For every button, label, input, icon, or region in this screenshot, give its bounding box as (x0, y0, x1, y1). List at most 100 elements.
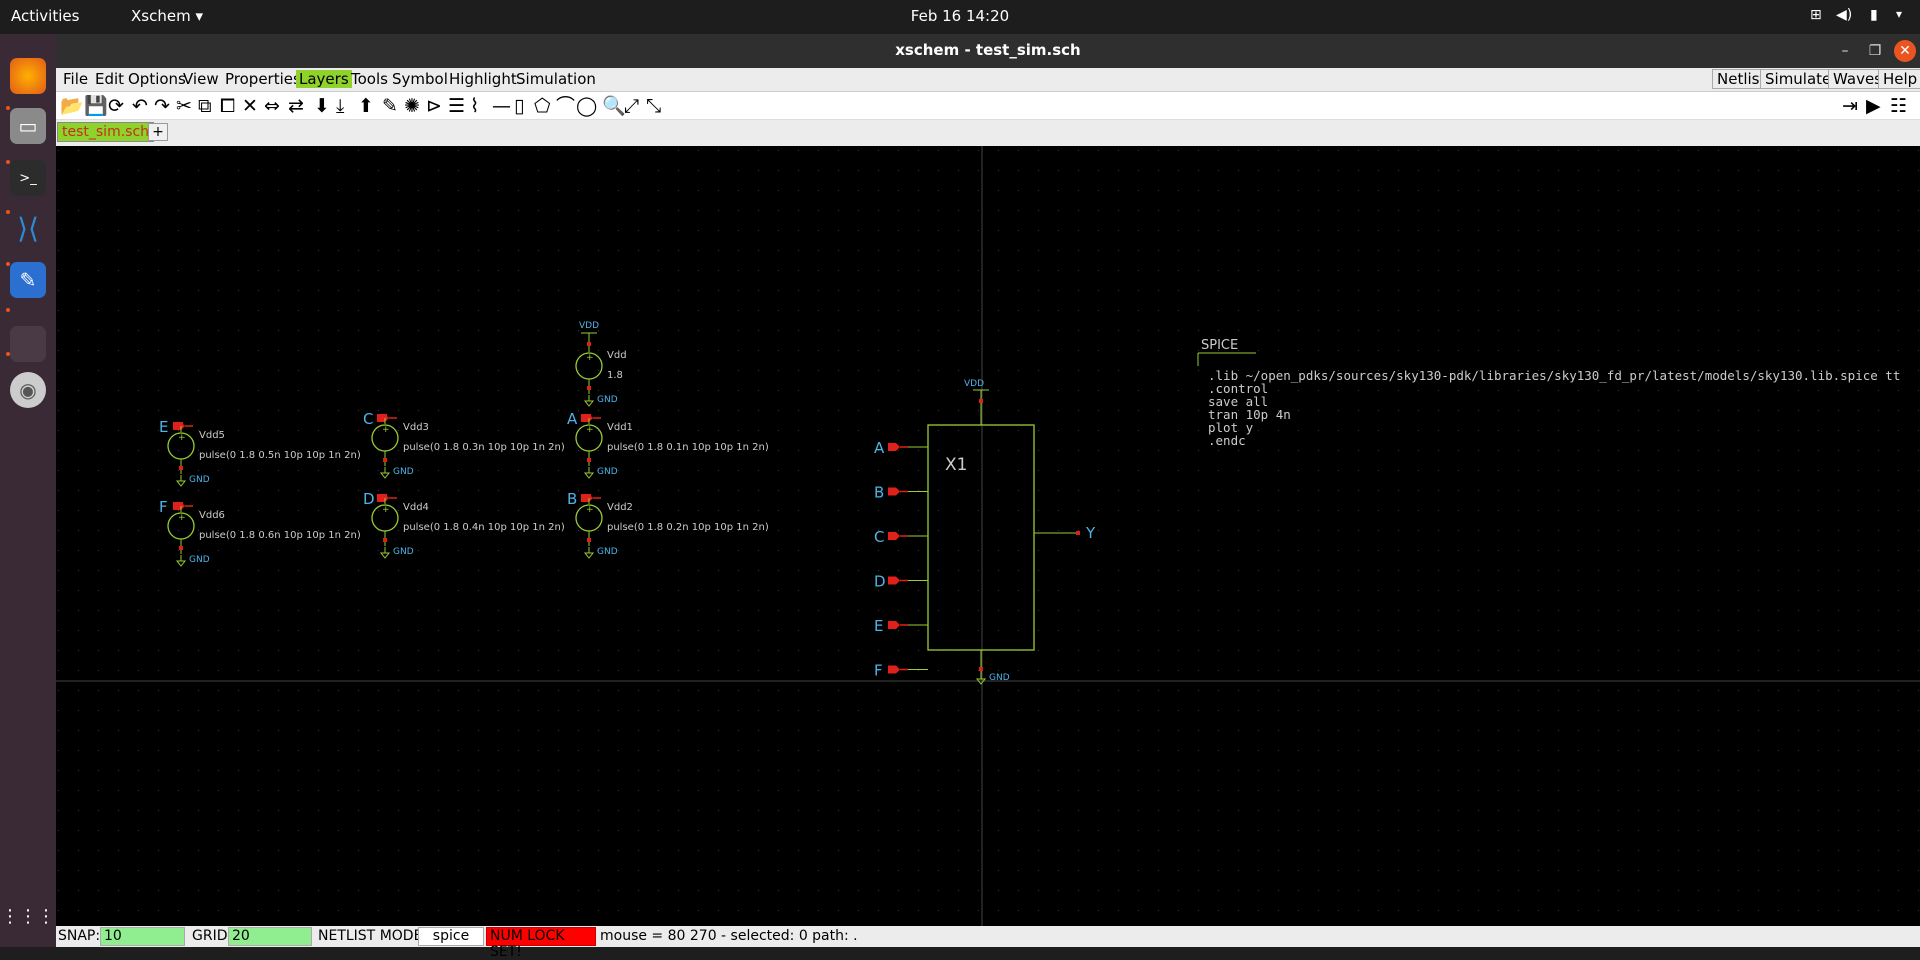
paste-icon[interactable]: ⧠ (220, 95, 235, 117)
text-editor-icon[interactable]: ✎ (10, 262, 46, 298)
menu-view[interactable]: View (180, 70, 222, 88)
copy-icon[interactable]: ⧉ (198, 95, 212, 117)
grid-input[interactable]: 20 (228, 927, 312, 946)
block-vdd-label: VDD (964, 379, 984, 389)
ascend-icon[interactable]: ⬆ (358, 95, 374, 117)
probe-icon[interactable]: ⌇ (470, 95, 479, 117)
source-name: Vdd2 (607, 502, 633, 513)
source-node (179, 546, 183, 550)
toolbar: 📂 💾 ⟳ ↶ ↷ ✂ ⧉ ⧠ ✕ ⇔ ⇄ ⬇ ⤓ ⬆ ✎ ✺ ⊳ ☰ ⌇ — … (56, 92, 1920, 120)
menu-edit[interactable]: Edit (92, 70, 127, 88)
running-indicator (6, 262, 10, 266)
net-label-d: D (363, 490, 375, 508)
vdd-label: VDD (579, 321, 599, 331)
snap-label: SNAP: (58, 928, 101, 944)
maximize-icon[interactable]: ❐ (1864, 40, 1886, 62)
source-plus: + (586, 505, 594, 515)
gnd-label: GND (597, 467, 618, 477)
menu-highlight[interactable]: Highlight (446, 70, 520, 88)
simulate-icon[interactable]: ▶ (1866, 95, 1881, 117)
net-label-a: A (874, 439, 885, 457)
netlist-icon[interactable]: ⇥ (1842, 95, 1858, 117)
terminal-icon[interactable]: >_ (10, 160, 46, 196)
schematic-canvas[interactable]: VDD + Vdd 1.8 GND E + Vdd5 pulse(0 1.8 0.5n 10p … (56, 146, 1920, 926)
zoom-out-icon[interactable]: ⤡ (646, 95, 661, 117)
menu-simulation[interactable]: Simulation (513, 70, 599, 88)
volume-icon[interactable]: ◀) (1836, 7, 1852, 23)
delete-icon[interactable]: ✕ (242, 95, 258, 117)
source-name: Vdd4 (403, 502, 429, 513)
net-label-f: F (874, 662, 883, 680)
dvd-icon[interactable]: ◉ (10, 372, 46, 408)
wire-icon[interactable]: ✎ (382, 95, 398, 117)
open-icon[interactable]: 📂 (60, 95, 84, 117)
polygon-icon[interactable]: ⬠ (534, 95, 551, 117)
menu-file[interactable]: File (60, 70, 91, 88)
undo-icon[interactable]: ↶ (132, 95, 148, 117)
source-value: pulse(0 1.8 0.5n 10p 10p 1n 2n) (199, 450, 361, 461)
spice-line: .lib ~/open_pdks/sources/sky130-pdk/libr… (1208, 368, 1900, 383)
line-icon[interactable]: — (492, 95, 511, 117)
schematic-drawing[interactable]: VDD + Vdd 1.8 GND E + Vdd5 pulse(0 1.8 0.5n 10p … (56, 146, 1920, 926)
block-name: X1 (945, 455, 967, 475)
xschem-icon[interactable] (10, 326, 46, 362)
block-vdd-node (979, 399, 983, 403)
menu-properties[interactable]: Properties (222, 70, 304, 88)
help-button[interactable]: Help (1878, 69, 1920, 89)
descend-icon[interactable]: ⬇ (314, 95, 330, 117)
vscode-icon[interactable]: ⟩⟨ (10, 210, 46, 246)
menu-layers[interactable]: Layers (296, 70, 352, 88)
source-node (383, 414, 387, 418)
new-tab-button[interactable]: + (148, 123, 168, 141)
gnd-label: GND (393, 467, 414, 477)
xschem-window: xschem - test_sim.sch – ❐ ✕ File Edit Op… (56, 34, 1920, 960)
show-apps-icon[interactable]: ⋮⋮⋮ (1, 898, 55, 934)
source-value: pulse(0 1.8 0.3n 10p 10p 1n 2n) (403, 442, 565, 453)
list-icon[interactable]: ☰ (448, 95, 465, 117)
zoom-icon[interactable]: 🔍 (602, 95, 626, 117)
netlist-mode-select[interactable]: spice (418, 927, 484, 946)
net-label-d: D (874, 573, 886, 591)
waves-icon[interactable]: ☷ (1890, 95, 1907, 117)
gate-icon[interactable]: ⊳ (426, 95, 442, 117)
circle-icon[interactable]: ◯ (576, 95, 597, 117)
network-icon[interactable]: ⊞ (1810, 7, 1822, 23)
close-icon[interactable]: ✕ (1894, 40, 1916, 62)
snap-input[interactable]: 10 (100, 927, 185, 946)
highlight-icon[interactable]: ✺ (404, 95, 420, 117)
cut-icon[interactable]: ✂ (176, 95, 192, 117)
simulate-button[interactable]: Simulate (1760, 69, 1837, 89)
minimize-icon[interactable]: – (1834, 40, 1856, 62)
net-label-a: A (567, 410, 578, 428)
rect-icon[interactable]: ▯ (514, 95, 524, 117)
firefox-icon[interactable] (10, 58, 46, 94)
save-icon[interactable]: 💾 (84, 95, 108, 117)
tab-test-sim[interactable]: test_sim.sch (57, 122, 155, 142)
output-node (1076, 531, 1080, 535)
source-plus: + (382, 425, 390, 435)
duplicate-icon[interactable]: ⇄ (288, 95, 304, 117)
source-node (587, 386, 591, 390)
reload-icon[interactable]: ⟳ (108, 95, 124, 117)
source-node (587, 458, 591, 462)
net-label-f: F (159, 498, 168, 516)
clock[interactable]: Feb 16 14:20 (0, 7, 1920, 25)
move-icon[interactable]: ⇔ (264, 95, 280, 117)
gnd-label: GND (989, 673, 1010, 683)
running-indicator (6, 352, 10, 356)
source-name: Vdd1 (607, 422, 633, 433)
source-plus: + (178, 433, 186, 443)
redo-icon[interactable]: ↷ (154, 95, 170, 117)
files-icon[interactable]: ▭ (10, 108, 46, 144)
net-label-b: B (567, 490, 577, 508)
menu-tools[interactable]: Tools (348, 70, 391, 88)
source-node (179, 422, 183, 426)
zoom-full-icon[interactable]: ⤢ (624, 95, 639, 117)
battery-icon[interactable]: ▮ (1870, 7, 1878, 23)
numlock-indicator: NUM LOCK SET! (486, 927, 596, 960)
running-indicator (6, 308, 10, 312)
descend-symbol-icon[interactable]: ⤓ (336, 95, 344, 117)
arc-icon[interactable]: ⌒ (556, 95, 575, 117)
menu-symbol[interactable]: Symbol (389, 70, 451, 88)
system-menu-icon[interactable]: ▾ (1896, 7, 1902, 21)
